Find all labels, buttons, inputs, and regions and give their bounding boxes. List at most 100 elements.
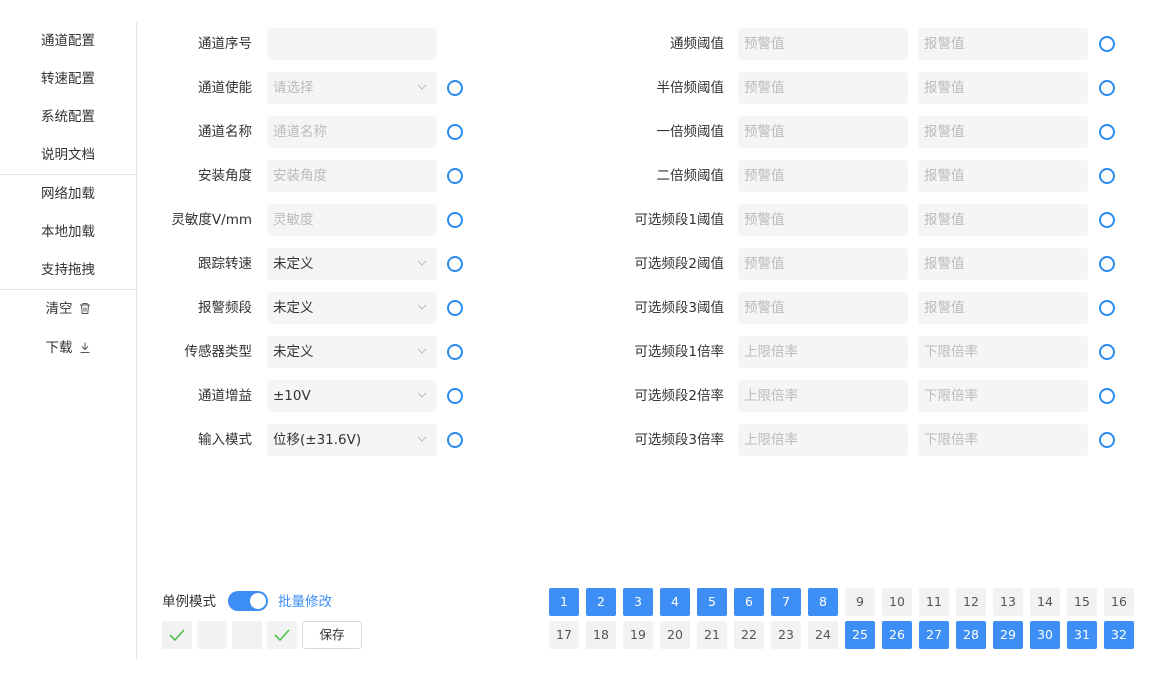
threshold-radio[interactable] — [1099, 124, 1115, 140]
ratio-radio[interactable] — [1099, 388, 1115, 404]
threshold-radio[interactable] — [1099, 212, 1115, 228]
nav-item-network-load[interactable]: 网络加载 — [0, 184, 136, 204]
warning-value-input[interactable]: 预警值 — [738, 28, 908, 60]
channel-button[interactable]: 3 — [623, 588, 653, 616]
batch-modify-label[interactable]: 批量修改 — [278, 592, 332, 612]
alarm-value-input[interactable]: 报警值 — [918, 116, 1088, 148]
upper-ratio-input[interactable]: 上限倍率 — [738, 336, 908, 368]
clear-button[interactable]: 清空 — [0, 299, 136, 319]
alarm-band-select[interactable]: 未定义 — [267, 292, 437, 324]
warning-value-input[interactable]: 预警值 — [738, 204, 908, 236]
lower-ratio-input[interactable]: 下限倍率 — [918, 336, 1088, 368]
check-icon — [274, 629, 290, 642]
channel-button[interactable]: 7 — [771, 588, 801, 616]
sensor-type-select[interactable]: 未定义 — [267, 336, 437, 368]
input-mode-radio[interactable] — [447, 432, 463, 448]
channel-button[interactable]: 22 — [734, 621, 764, 649]
input-mode-value: 位移(±31.6V) — [273, 432, 362, 448]
channel-button[interactable]: 32 — [1104, 621, 1134, 649]
sensor-type-radio[interactable] — [447, 344, 463, 360]
install-angle-input[interactable]: 安装角度 — [267, 160, 437, 192]
threshold-radio[interactable] — [1099, 80, 1115, 96]
nav-item-local-load[interactable]: 本地加载 — [0, 222, 136, 242]
upper-ratio-input[interactable]: 上限倍率 — [738, 380, 908, 412]
channel-name-radio[interactable] — [447, 124, 463, 140]
channel-button[interactable]: 30 — [1030, 621, 1060, 649]
channel-button[interactable]: 18 — [586, 621, 616, 649]
alarm-value-input[interactable]: 报警值 — [918, 160, 1088, 192]
input-mode-select[interactable]: 位移(±31.6V) — [267, 424, 437, 456]
track-speed-select[interactable]: 未定义 — [267, 248, 437, 280]
nav-item-system-config[interactable]: 系统配置 — [0, 107, 136, 127]
channel-button[interactable]: 11 — [919, 588, 949, 616]
nav-item-drag-support[interactable]: 支持拖拽 — [0, 260, 136, 280]
checkbox-4[interactable] — [267, 621, 297, 649]
channel-button[interactable]: 28 — [956, 621, 986, 649]
channel-gain-select[interactable]: ±10V — [267, 380, 437, 412]
channel-index-input[interactable] — [267, 28, 437, 60]
channel-button[interactable]: 31 — [1067, 621, 1097, 649]
alarm-value-input[interactable]: 报警值 — [918, 28, 1088, 60]
channel-button[interactable]: 9 — [845, 588, 875, 616]
alarm-value-input[interactable]: 报警值 — [918, 292, 1088, 324]
channel-button[interactable]: 17 — [549, 621, 579, 649]
threshold-radio[interactable] — [1099, 256, 1115, 272]
nav-item-speed-config[interactable]: 转速配置 — [0, 69, 136, 89]
channel-button[interactable]: 13 — [993, 588, 1023, 616]
channel-button[interactable]: 25 — [845, 621, 875, 649]
install-angle-radio[interactable] — [447, 168, 463, 184]
channel-button[interactable]: 5 — [697, 588, 727, 616]
save-button[interactable]: 保存 — [302, 621, 362, 649]
channel-button[interactable]: 2 — [586, 588, 616, 616]
channel-button[interactable]: 24 — [808, 621, 838, 649]
channel-button[interactable]: 1 — [549, 588, 579, 616]
ratio-radio[interactable] — [1099, 344, 1115, 360]
warning-value-input[interactable]: 预警值 — [738, 116, 908, 148]
channel-button[interactable]: 6 — [734, 588, 764, 616]
warning-value-input[interactable]: 预警值 — [738, 292, 908, 324]
channel-button[interactable]: 29 — [993, 621, 1023, 649]
channel-button[interactable]: 26 — [882, 621, 912, 649]
threshold-radio[interactable] — [1099, 300, 1115, 316]
mode-toggle[interactable] — [228, 591, 268, 611]
channel-button[interactable]: 12 — [956, 588, 986, 616]
nav-divider — [0, 289, 136, 290]
channel-button[interactable]: 8 — [808, 588, 838, 616]
channel-button[interactable]: 19 — [623, 621, 653, 649]
warning-value-input[interactable]: 预警值 — [738, 248, 908, 280]
channel-button[interactable]: 21 — [697, 621, 727, 649]
channel-button[interactable]: 27 — [919, 621, 949, 649]
warning-value-input[interactable]: 预警值 — [738, 160, 908, 192]
upper-ratio-input[interactable]: 上限倍率 — [738, 424, 908, 456]
channel-button[interactable]: 15 — [1067, 588, 1097, 616]
threshold-radio[interactable] — [1099, 168, 1115, 184]
channel-enable-radio[interactable] — [447, 80, 463, 96]
sensitivity-radio[interactable] — [447, 212, 463, 228]
channel-button[interactable]: 16 — [1104, 588, 1134, 616]
alarm-value-input[interactable]: 报警值 — [918, 72, 1088, 104]
channel-button[interactable]: 14 — [1030, 588, 1060, 616]
warning-value-input[interactable]: 预警值 — [738, 72, 908, 104]
channel-name-input[interactable]: 通道名称 — [267, 116, 437, 148]
channel-enable-select[interactable]: 请选择 — [267, 72, 437, 104]
alarm-value-input[interactable]: 报警值 — [918, 248, 1088, 280]
checkbox-2[interactable] — [197, 621, 227, 649]
track-speed-radio[interactable] — [447, 256, 463, 272]
channel-button[interactable]: 20 — [660, 621, 690, 649]
checkbox-3[interactable] — [232, 621, 262, 649]
alarm-band-radio[interactable] — [447, 300, 463, 316]
lower-ratio-input[interactable]: 下限倍率 — [918, 380, 1088, 412]
channel-button[interactable]: 4 — [660, 588, 690, 616]
channel-gain-radio[interactable] — [447, 388, 463, 404]
channel-button[interactable]: 23 — [771, 621, 801, 649]
alarm-value-input[interactable]: 报警值 — [918, 204, 1088, 236]
lower-ratio-input[interactable]: 下限倍率 — [918, 424, 1088, 456]
threshold-radio[interactable] — [1099, 36, 1115, 52]
channel-button[interactable]: 10 — [882, 588, 912, 616]
ratio-radio[interactable] — [1099, 432, 1115, 448]
nav-item-docs[interactable]: 说明文档 — [0, 145, 136, 165]
checkbox-1[interactable] — [162, 621, 192, 649]
download-button[interactable]: 下载 — [0, 338, 136, 358]
sensitivity-input[interactable]: 灵敏度 — [267, 204, 437, 236]
nav-item-channel-config[interactable]: 通道配置 — [0, 31, 136, 51]
